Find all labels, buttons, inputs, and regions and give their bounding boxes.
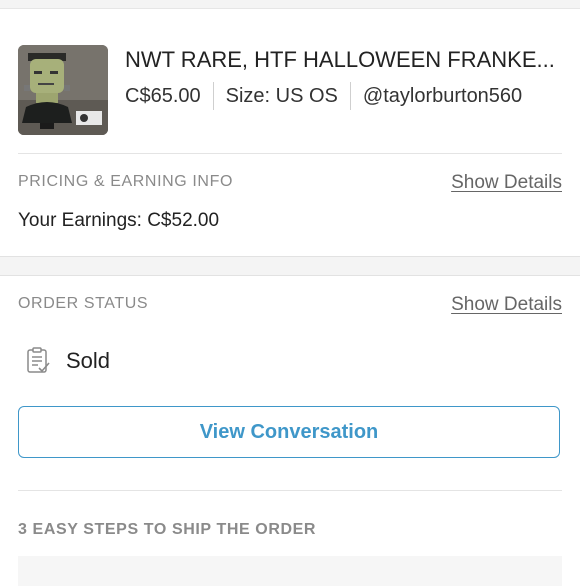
section-band xyxy=(0,256,580,276)
top-separator xyxy=(0,0,580,9)
pricing-section-label: PRICING & EARNING INFO xyxy=(18,173,233,190)
order-status-value: Sold xyxy=(66,348,111,373)
meta-divider xyxy=(349,82,351,110)
pricing-show-details-link[interactable]: Show Details xyxy=(451,172,562,194)
clipboard-check-icon xyxy=(24,346,52,376)
shipping-steps-panel xyxy=(18,556,562,586)
order-status-section-label: ORDER STATUS xyxy=(18,295,149,312)
item-thumbnail[interactable] xyxy=(18,45,108,135)
item-size: Size: US OS xyxy=(225,84,338,107)
meta-divider xyxy=(212,82,214,110)
item-summary[interactable]: NWT RARE, HTF HALLOWEEN FRANKE... C$65.0… xyxy=(0,9,580,153)
section-divider xyxy=(18,490,562,491)
item-title[interactable]: NWT RARE, HTF HALLOWEEN FRANKE... xyxy=(125,47,565,73)
section-divider xyxy=(18,153,562,154)
your-earnings: Your Earnings: C$52.00 xyxy=(18,210,220,231)
frankenstein-bust-image xyxy=(18,45,108,135)
item-meta: C$65.00 Size: US OS @taylorburton560 xyxy=(125,82,522,110)
order-status-show-details-link[interactable]: Show Details xyxy=(451,294,562,316)
view-conversation-button[interactable]: View Conversation xyxy=(18,406,560,458)
shipping-steps-label: 3 EASY STEPS TO SHIP THE ORDER xyxy=(18,521,317,538)
item-price: C$65.00 xyxy=(125,84,201,107)
order-status-row: Sold xyxy=(24,346,110,376)
seller-username[interactable]: @taylorburton560 xyxy=(363,85,522,108)
